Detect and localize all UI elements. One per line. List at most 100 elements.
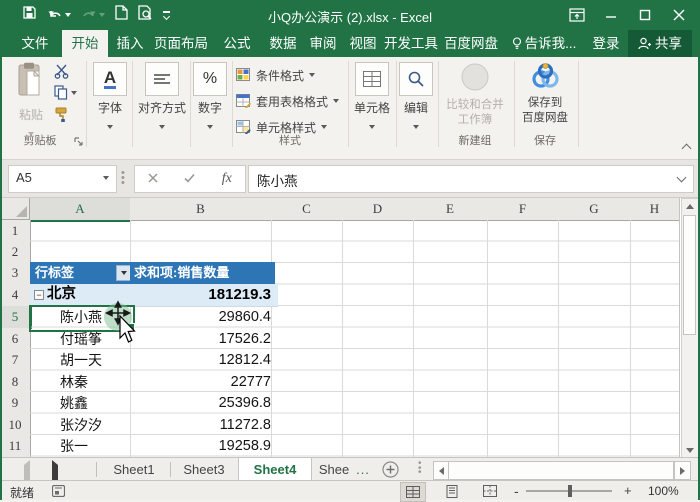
row-header-4[interactable]: 4 xyxy=(0,284,31,307)
formula-bar-splitter[interactable]: ••• xyxy=(121,171,124,185)
row-header-3[interactable]: 3 xyxy=(0,262,31,285)
column-header-G[interactable]: G xyxy=(558,198,631,221)
scroll-up-icon[interactable] xyxy=(682,199,697,214)
cell-B6[interactable]: 17526.2 xyxy=(130,328,278,350)
cell-B9[interactable]: 25396.8 xyxy=(130,392,278,414)
sheet-overflow-indicator[interactable]: ... xyxy=(352,458,374,481)
paste-button[interactable]: 粘贴 xyxy=(12,62,50,141)
tabbar-splitter[interactable]: ••• xyxy=(418,462,421,476)
cell-B4[interactable]: 181219.3 xyxy=(130,284,278,307)
vertical-scrollbar-thumb[interactable] xyxy=(683,215,696,335)
collapse-outline-icon[interactable]: − xyxy=(34,290,44,300)
name-box-dropdown-icon[interactable] xyxy=(103,176,109,180)
column-header-D[interactable]: D xyxy=(342,198,414,221)
table-format-icon xyxy=(236,94,251,108)
select-all-button[interactable] xyxy=(0,198,30,220)
normal-view-icon[interactable] xyxy=(400,482,426,502)
format-as-table-button[interactable]: 套用表格格式 xyxy=(236,90,339,112)
expand-formula-bar-icon[interactable] xyxy=(677,173,687,183)
cell-B8[interactable]: 22777 xyxy=(130,371,278,393)
collapse-ribbon-icon[interactable] xyxy=(683,139,690,157)
cut-button[interactable] xyxy=(54,64,71,84)
scroll-down-icon[interactable] xyxy=(682,443,697,458)
alignment-button[interactable]: 对齐方式 xyxy=(136,62,188,134)
tab-baidu-netdisk[interactable]: 百度网盘 xyxy=(440,30,502,57)
column-header-E[interactable]: E xyxy=(413,198,488,221)
tab-file[interactable]: 文件 xyxy=(10,30,60,57)
tab-developer[interactable]: 开发工具 xyxy=(380,30,442,57)
horizontal-scrollbar-thumb[interactable] xyxy=(448,461,674,480)
column-header-F[interactable]: F xyxy=(487,198,559,221)
page-break-view-icon[interactable] xyxy=(478,482,502,500)
editing-label: 编辑 xyxy=(398,99,434,116)
row-header-11[interactable]: 11 xyxy=(0,435,31,458)
formula-bar-row: A5 ••• fx 陈小燕 xyxy=(0,160,700,198)
status-ready-label: 就绪 xyxy=(10,484,34,501)
row-header-5[interactable]: 5 xyxy=(0,306,32,329)
formula-input[interactable]: 陈小燕 xyxy=(248,165,694,193)
sheet-tab-clipped[interactable]: Shee xyxy=(314,458,354,481)
spreadsheet-grid: A B C D E F G H 1 2 3 4 5 6 7 8 9 10 11 … xyxy=(0,198,700,457)
format-painter-button[interactable] xyxy=(54,107,70,127)
page-layout-view-icon[interactable] xyxy=(440,482,464,500)
row-header-6[interactable]: 6 xyxy=(0,328,31,350)
share-button[interactable]: 共享 xyxy=(628,30,692,57)
cancel-icon[interactable] xyxy=(148,170,158,188)
row-header-1[interactable]: 1 xyxy=(0,220,31,242)
close-icon[interactable] xyxy=(662,0,696,30)
column-header-A[interactable]: A xyxy=(30,198,131,222)
sheet-tab-sheet1[interactable]: Sheet1 xyxy=(100,458,168,481)
styles-group-label: 样式 xyxy=(236,132,344,148)
column-header-B[interactable]: B xyxy=(130,198,272,221)
cell-B11[interactable]: 19258.9 xyxy=(130,435,278,457)
row-header-2[interactable]: 2 xyxy=(0,241,31,263)
baidu-save-button[interactable]: 保存到 百度网盘 xyxy=(516,62,574,125)
editing-button[interactable]: 编辑 xyxy=(398,62,434,134)
cell-A3[interactable]: 行标签 xyxy=(30,262,135,284)
enter-icon[interactable] xyxy=(184,170,195,188)
gridline xyxy=(487,220,488,457)
conditional-format-icon xyxy=(236,68,251,82)
cell-B10[interactable]: 11272.8 xyxy=(130,414,278,436)
cell-B3[interactable]: 求和项:销售数量 xyxy=(130,262,275,284)
sign-in-button[interactable]: 登录 xyxy=(586,30,626,57)
zoom-out-icon[interactable]: - xyxy=(514,483,519,499)
tab-home[interactable]: 开始 xyxy=(62,30,108,57)
alignment-dropdown-icon xyxy=(159,125,165,129)
macro-record-icon[interactable] xyxy=(52,485,65,500)
cell-styles-dropdown-icon xyxy=(321,125,327,129)
tell-me-box[interactable]: 告诉我... xyxy=(506,30,582,57)
tab-insert[interactable]: 插入 xyxy=(108,30,152,57)
conditional-formatting-button[interactable]: 条件格式 xyxy=(236,64,315,86)
minimize-icon[interactable] xyxy=(594,0,628,30)
row-header-10[interactable]: 10 xyxy=(0,414,31,436)
cells-button[interactable]: 单元格 xyxy=(352,62,392,134)
font-button[interactable]: A 字体 xyxy=(92,62,128,134)
row-header-7[interactable]: 7 xyxy=(0,349,31,372)
hscroll-right-icon[interactable] xyxy=(674,461,691,480)
format-as-table-label: 套用表格格式 xyxy=(256,93,328,110)
number-button[interactable]: % 数字 xyxy=(192,62,228,134)
zoom-in-icon[interactable]: + xyxy=(624,483,632,498)
zoom-level-label[interactable]: 100% xyxy=(648,484,679,498)
cell-B7[interactable]: 12812.4 xyxy=(130,349,278,371)
add-sheet-icon[interactable] xyxy=(382,461,399,481)
name-box[interactable]: A5 xyxy=(8,165,117,193)
next-sheet-icon[interactable] xyxy=(52,465,58,480)
tab-formulas[interactable]: 公式 xyxy=(214,30,260,57)
tab-page-layout[interactable]: 页面布局 xyxy=(150,30,212,57)
cell-B5[interactable]: 29860.4 xyxy=(130,306,278,328)
row-header-9[interactable]: 9 xyxy=(0,392,31,415)
row-header-8[interactable]: 8 xyxy=(0,371,31,393)
column-header-H[interactable]: H xyxy=(630,198,680,221)
copy-button[interactable] xyxy=(54,85,77,100)
clipboard-dialog-launcher-icon[interactable] xyxy=(74,134,84,152)
save-group-label: 保存 xyxy=(516,132,574,148)
zoom-slider-thumb[interactable] xyxy=(568,485,572,497)
column-header-C[interactable]: C xyxy=(271,198,343,221)
sheet-tab-sheet3[interactable]: Sheet3 xyxy=(172,458,236,481)
ribbon-display-options-icon[interactable] xyxy=(560,0,594,30)
insert-function-icon[interactable]: fx xyxy=(222,171,232,187)
conditional-formatting-dropdown-icon xyxy=(309,73,315,77)
maximize-icon[interactable] xyxy=(628,0,662,30)
